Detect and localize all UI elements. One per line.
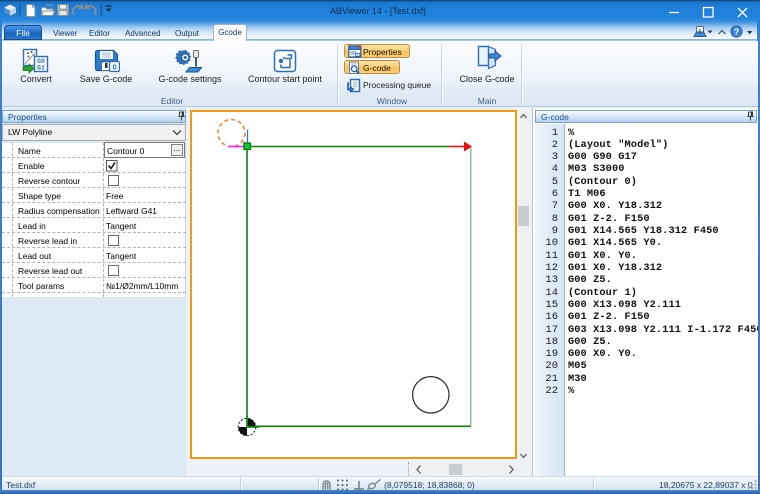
svg-text:?: ? — [734, 27, 740, 37]
svg-text:G: G — [112, 65, 116, 73]
svg-text:G1: G1 — [37, 65, 45, 72]
